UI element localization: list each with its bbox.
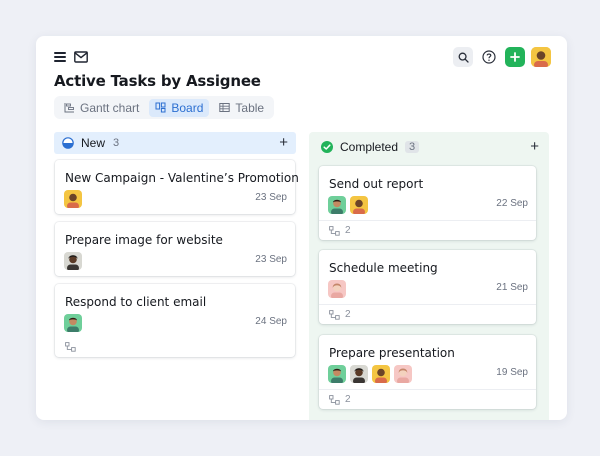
avatar[interactable] xyxy=(350,365,368,383)
help-button[interactable] xyxy=(479,47,499,67)
card-divider xyxy=(319,304,536,305)
gantt-icon xyxy=(64,103,74,113)
add-card-button[interactable]: + xyxy=(279,135,288,150)
table-icon xyxy=(219,103,231,112)
tab-label: Gantt chart xyxy=(80,100,140,115)
user-avatar-button[interactable] xyxy=(531,47,551,67)
task-card[interactable]: Prepare presentation 19 Sep 2 xyxy=(319,335,536,409)
card-title: Schedule meeting xyxy=(329,261,438,275)
avatar[interactable] xyxy=(372,365,390,383)
top-right-actions xyxy=(453,47,551,67)
card-title: Prepare image for website xyxy=(65,233,223,247)
column-count: 3 xyxy=(113,137,120,149)
task-card[interactable]: Respond to client email 24 Sep xyxy=(55,284,295,357)
card-title: Prepare presentation xyxy=(329,346,455,360)
assignees xyxy=(64,252,82,270)
column-count: 3 xyxy=(405,141,420,153)
task-card[interactable]: New Campaign - Valentine’s Promotion 23 … xyxy=(55,160,299,214)
search-button[interactable] xyxy=(453,47,473,67)
mail-icon[interactable] xyxy=(74,51,88,63)
avatar[interactable] xyxy=(64,190,82,208)
column-name: New xyxy=(81,136,106,150)
search-icon xyxy=(458,52,469,63)
task-card[interactable]: Prepare image for website 23 Sep xyxy=(55,222,295,276)
task-card[interactable]: Schedule meeting 21 Sep 2 xyxy=(319,250,536,324)
due-date: 21 Sep xyxy=(496,282,528,293)
add-button[interactable] xyxy=(505,47,525,67)
column-name: Completed xyxy=(340,140,399,154)
subtask-count: 2 xyxy=(345,394,351,405)
subtask-icon xyxy=(65,342,76,352)
status-completed-icon xyxy=(321,141,333,153)
tab-label: Board xyxy=(171,100,204,115)
plus-icon xyxy=(510,52,520,62)
subtasks[interactable]: 2 xyxy=(329,309,351,320)
card-title: Respond to client email xyxy=(65,295,207,309)
assignees xyxy=(328,196,368,214)
avatar[interactable] xyxy=(350,196,368,214)
assignees xyxy=(328,280,346,298)
card-title: New Campaign - Valentine’s Promotion xyxy=(65,171,299,185)
avatar[interactable] xyxy=(64,252,82,270)
subtask-count: 2 xyxy=(345,309,351,320)
add-card-button[interactable]: + xyxy=(530,139,539,154)
due-date: 22 Sep xyxy=(496,198,528,209)
column-header-completed: Completed 3 + xyxy=(309,132,549,162)
subtask-icon xyxy=(329,309,340,320)
avatar[interactable] xyxy=(328,365,346,383)
due-date: 23 Sep xyxy=(255,192,287,203)
assignees xyxy=(328,365,412,383)
due-date: 19 Sep xyxy=(496,367,528,378)
card-title: Send out report xyxy=(329,177,424,191)
avatar[interactable] xyxy=(328,280,346,298)
tab-board[interactable]: Board xyxy=(149,98,210,117)
due-date: 23 Sep xyxy=(255,254,287,265)
menu-icon[interactable] xyxy=(54,52,66,62)
subtasks[interactable]: 2 xyxy=(329,394,351,405)
avatar[interactable] xyxy=(394,365,412,383)
card-divider xyxy=(319,389,536,390)
subtask-icon xyxy=(329,394,340,405)
status-new-icon xyxy=(62,137,74,149)
tab-gantt-chart[interactable]: Gantt chart xyxy=(58,99,145,117)
subtasks[interactable] xyxy=(65,342,76,352)
page-title: Active Tasks by Assignee xyxy=(54,72,261,90)
card-divider xyxy=(319,220,536,221)
assignees xyxy=(64,314,82,332)
avatar[interactable] xyxy=(328,196,346,214)
column-completed: Completed 3 + Send out report 22 Sep 2 S… xyxy=(309,132,549,420)
board-icon xyxy=(155,102,166,113)
help-icon xyxy=(482,50,496,64)
tab-label: Table xyxy=(235,100,265,115)
view-tabs: Gantt chart Board Table xyxy=(54,96,275,119)
top-bar xyxy=(36,36,567,76)
app-window: Active Tasks by Assignee Gantt chart Boa… xyxy=(36,36,567,420)
due-date: 24 Sep xyxy=(255,316,287,327)
assignees xyxy=(64,190,82,208)
column-header-new: New 3 + xyxy=(54,132,296,154)
subtask-icon xyxy=(329,225,340,236)
tab-table[interactable]: Table xyxy=(213,99,270,117)
column-new: New 3 + New Campaign - Valentine’s Promo… xyxy=(54,132,299,357)
avatar xyxy=(531,47,551,67)
subtasks[interactable]: 2 xyxy=(329,225,351,236)
task-card[interactable]: Send out report 22 Sep 2 xyxy=(319,166,536,240)
subtask-count: 2 xyxy=(345,225,351,236)
avatar[interactable] xyxy=(64,314,82,332)
